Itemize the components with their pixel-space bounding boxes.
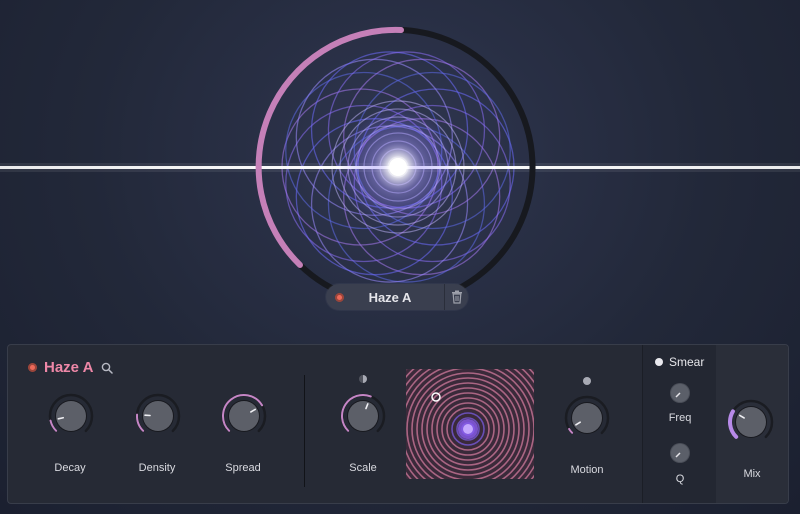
q-label: Q xyxy=(675,473,685,485)
module-title: Haze A xyxy=(44,359,94,376)
section-divider xyxy=(304,375,305,487)
motion-label: Motion xyxy=(570,464,604,476)
scale-knob[interactable] xyxy=(340,393,386,444)
mix-label: Mix xyxy=(743,468,761,480)
preset-led-icon[interactable] xyxy=(335,292,344,302)
spread-label: Spread xyxy=(225,462,261,474)
mix-section: Mix xyxy=(716,345,788,503)
density-knob[interactable] xyxy=(135,393,181,444)
mix-knob[interactable] xyxy=(728,399,774,450)
module-power-icon[interactable] xyxy=(28,363,37,372)
preset-selector[interactable]: Haze A xyxy=(326,284,468,310)
trash-icon[interactable] xyxy=(444,284,468,310)
module-header: Haze A xyxy=(28,359,114,376)
search-icon[interactable] xyxy=(101,362,114,374)
xy-pad[interactable] xyxy=(406,369,534,479)
decay-knob[interactable] xyxy=(48,393,94,444)
q-knob[interactable] xyxy=(669,442,691,469)
freq-knob[interactable] xyxy=(669,382,691,409)
decay-label: Decay xyxy=(54,462,86,474)
motion-knob[interactable] xyxy=(564,395,610,446)
effect-panel: Haze A Decay Density Spread Scale Motion… xyxy=(7,344,789,504)
smear-header: Smear xyxy=(655,355,704,369)
density-label: Density xyxy=(138,462,176,474)
preset-name[interactable]: Haze A xyxy=(344,290,436,305)
smear-power-icon[interactable] xyxy=(655,358,663,366)
motion-mod-indicator-icon[interactable] xyxy=(583,377,591,385)
smear-section: Smear Freq Q xyxy=(642,345,716,503)
freq-label: Freq xyxy=(668,412,692,424)
smear-title: Smear xyxy=(669,355,705,369)
spread-knob[interactable] xyxy=(221,393,267,444)
scale-label: Scale xyxy=(349,462,377,474)
center-dot xyxy=(389,158,407,176)
scale-mod-indicator-icon[interactable] xyxy=(359,375,367,383)
